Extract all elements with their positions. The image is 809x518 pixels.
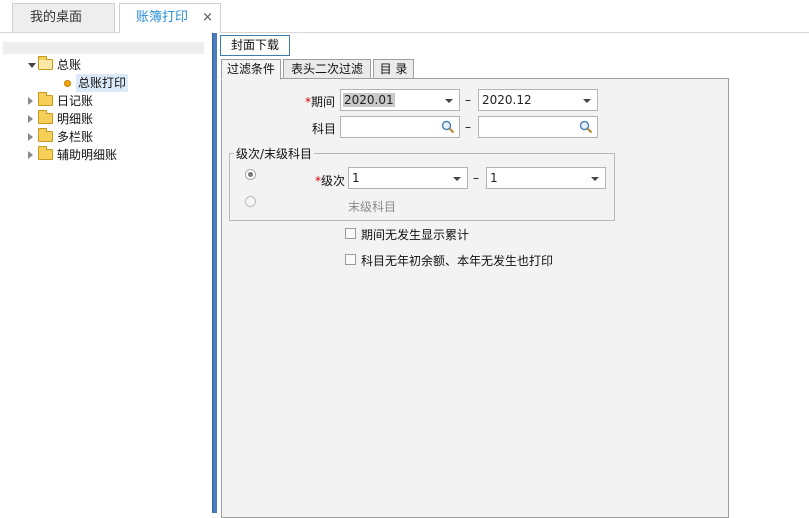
level-to-select[interactable]: 1 [486,167,606,189]
leaf-dot-icon [64,80,71,87]
folder-icon [38,128,53,142]
tree-node-multi-column[interactable]: 多栏账 [28,128,198,146]
chevron-down-icon[interactable] [453,177,461,181]
subject-range-dash: – [465,120,471,134]
panel-splitter[interactable] [212,33,217,513]
collapse-arrow-icon[interactable] [28,151,33,159]
period-to-value: 2020.12 [482,93,532,107]
tab-header-secondary-filter[interactable]: 表头二次过滤 [283,59,371,79]
subject-to-input[interactable] [478,116,598,138]
chevron-down-icon[interactable] [583,99,591,103]
collapse-arrow-icon[interactable] [28,97,33,105]
level-label-text: 级次 [321,174,346,188]
tree-header-strip [3,42,204,54]
period-label-text: 期间 [311,95,336,109]
tab-my-desktop[interactable]: 我的桌面 [12,3,115,32]
folder-icon [38,110,53,124]
collapse-arrow-icon[interactable] [28,115,33,123]
print-empty-label: 科目无年初余额、本年无发生也打印 [361,254,554,268]
level-from-select[interactable]: 1 [348,167,468,189]
tree-node-label: 日记账 [57,94,94,108]
period-label: *期间 [305,93,335,110]
filter-panel [221,78,729,518]
period-from-value: 2020.01 [343,93,395,107]
folder-open-icon [38,56,53,70]
search-icon[interactable] [579,120,593,134]
tree-node-label: 多栏账 [57,130,94,144]
cover-download-button[interactable]: 封面下载 [220,35,290,56]
level-group-title: 级次/末级科目 [234,145,315,162]
level-radio[interactable] [245,169,256,180]
tab-ledger-print[interactable]: 账簿打印 × [119,3,221,33]
show-cumulative-checkbox[interactable] [345,228,356,239]
tab-my-desktop-label: 我的桌面 [30,10,83,25]
last-level-radio[interactable] [245,196,256,207]
period-range-dash: – [465,93,471,107]
tree-node-general-ledger[interactable]: 总账 [28,56,198,74]
tree-node-label: 明细账 [57,112,94,126]
tree-node-journal[interactable]: 日记账 [28,92,198,110]
expand-arrow-icon[interactable] [28,63,36,68]
level-from-value: 1 [352,171,360,185]
folder-icon [38,92,53,106]
tab-filter-conditions[interactable]: 过滤条件 [221,59,281,80]
tree-node-aux-detail[interactable]: 辅助明细账 [28,146,198,164]
level-range-dash: – [473,171,479,185]
tree-node-label: 总账 [57,58,82,72]
tree-node-label: 总账打印 [76,74,129,92]
period-to-select[interactable]: 2020.12 [478,89,598,111]
level-to-value: 1 [490,171,498,185]
tab-catalog[interactable]: 目 录 [373,59,414,79]
folder-icon [38,146,53,160]
subject-label: 科目 [312,122,337,136]
collapse-arrow-icon[interactable] [28,133,33,141]
close-icon[interactable]: × [202,4,213,32]
chevron-down-icon[interactable] [445,99,453,103]
period-from-select[interactable]: 2020.01 [340,89,460,111]
last-level-label: 末级科目 [348,200,397,214]
tree-node-detail-ledger[interactable]: 明细账 [28,110,198,128]
search-icon[interactable] [441,120,455,134]
show-cumulative-label: 期间无发生显示累计 [361,228,470,242]
tree-node-general-ledger-print[interactable]: 总账打印 [64,74,184,92]
print-empty-checkbox[interactable] [345,254,356,265]
subject-from-input[interactable] [340,116,460,138]
level-label: *级次 [315,172,345,189]
chevron-down-icon[interactable] [591,177,599,181]
tree-node-label: 辅助明细账 [57,148,118,162]
tab-ledger-print-label: 账簿打印 [136,10,189,25]
